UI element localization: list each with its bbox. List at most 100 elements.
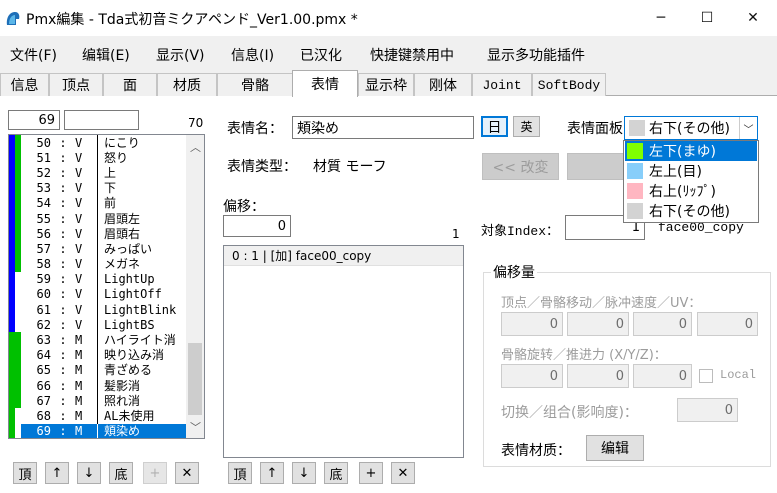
morph-list-item[interactable]: 57: V みっぱい	[9, 241, 204, 257]
scroll-thumb[interactable]	[188, 343, 202, 415]
row-divider	[97, 378, 98, 394]
morph-list-item[interactable]: 68: M AL未使用	[9, 408, 204, 424]
rotation-z-input[interactable]: 0	[633, 364, 692, 388]
row-divider	[97, 210, 98, 227]
panel-option-label: 左下(まゆ)	[649, 144, 716, 160]
offset-bottom-button[interactable]: 底	[324, 462, 348, 484]
lang-en-button[interactable]: 英	[513, 116, 540, 137]
list-add-button[interactable]: +	[143, 462, 167, 484]
morph-list-item[interactable]: 62: V LightBS	[9, 317, 204, 333]
tab-vertex[interactable]: 顶点	[49, 73, 103, 96]
tab-face[interactable]: 面	[103, 73, 157, 96]
chevron-down-icon[interactable]: ﹀	[739, 117, 757, 139]
menu-edit[interactable]: 编辑(E)	[82, 45, 130, 65]
panel-option[interactable]: 右上(ﾘｯﾌﾟ)	[625, 181, 757, 201]
offset-add-button[interactable]: +	[359, 462, 383, 484]
rotation-y-input[interactable]: 0	[567, 364, 629, 388]
menu-localized[interactable]: 已汉化	[300, 45, 342, 65]
morph-list-item[interactable]: 54: V 前	[9, 195, 204, 211]
edit-material-button[interactable]: 编辑	[586, 435, 644, 461]
morph-name: AL未使用	[104, 408, 155, 423]
morph-list[interactable]: 50: V にこり 51: V 怒り 52: V 上 53: V 下 54: V 前 55: V 眉頭左 56: V 眉…	[8, 134, 205, 439]
menu-shortcut-disabled[interactable]: 快捷键禁用中	[370, 45, 454, 65]
menu-plugins[interactable]: 显示多功能插件	[487, 45, 585, 65]
minimize-button[interactable]: ─	[638, 0, 684, 36]
morph-list-item[interactable]: 67: M 照れ消	[9, 393, 204, 409]
tab-info[interactable]: 信息	[0, 73, 49, 96]
tab-display-frame[interactable]: 显示枠	[358, 73, 414, 96]
offset-index-input[interactable]: 0	[223, 215, 291, 237]
local-checkbox[interactable]	[699, 369, 713, 383]
vertex-w-input[interactable]: 0	[697, 312, 758, 336]
tab-morph[interactable]: 表情	[292, 70, 358, 97]
vertex-offset-label: 顶点／骨骼移动／脉冲速度／UV：	[501, 296, 702, 311]
offset-list-item[interactable]: 0 : 1 | [加] face00_copy	[224, 246, 463, 266]
scroll-down-icon[interactable]: ﹀	[190, 419, 201, 435]
offset-delete-button[interactable]: ✕	[391, 462, 415, 484]
vertex-y-input[interactable]: 0	[567, 312, 629, 336]
morph-name-input[interactable]: 頬染め	[292, 116, 474, 139]
list-up-button[interactable]: ↑	[45, 462, 69, 484]
tab-material[interactable]: 材质	[157, 73, 217, 96]
tab-rigid-body[interactable]: 刚体	[414, 73, 472, 96]
panel-option[interactable]: 左上(目)	[625, 161, 757, 181]
morph-list-item[interactable]: 55: V 眉頭左	[9, 210, 204, 227]
panel-swatch	[15, 286, 21, 303]
morph-list-item[interactable]: 60: V LightOff	[9, 286, 204, 303]
row-separator: :	[59, 211, 67, 226]
row-divider	[97, 271, 98, 287]
morph-list-item[interactable]: 50: V にこり	[9, 135, 204, 151]
morph-list-item[interactable]: 66: M 髪影消	[9, 378, 204, 394]
morph-category: V	[75, 317, 83, 332]
offset-down-button[interactable]: ↓	[292, 462, 316, 484]
panel-option[interactable]: 右下(その他)	[625, 201, 757, 221]
morph-category: M	[75, 424, 83, 439]
secondary-button[interactable]	[567, 153, 625, 180]
tab-bone[interactable]: 骨骼	[217, 73, 293, 96]
menu-file[interactable]: 文件(F)	[10, 45, 57, 65]
morph-category: V	[75, 226, 83, 241]
morph-list-scrollbar[interactable]: ︿ ﹀	[186, 135, 204, 438]
maximize-button[interactable]: ☐	[684, 0, 730, 36]
list-bottom-button[interactable]: 底	[109, 462, 133, 484]
morph-list-item[interactable]: 56: V 眉頭右	[9, 226, 204, 242]
vertex-z-input[interactable]: 0	[633, 312, 692, 336]
morph-list-item[interactable]: 52: V 上	[9, 165, 204, 181]
morph-list-item[interactable]: 61: V LightBlink	[9, 302, 204, 318]
panel-select[interactable]: 右下(その他) ﹀	[624, 116, 758, 140]
tab-joint[interactable]: Joint	[472, 73, 532, 96]
change-button[interactable]: << 改変	[482, 153, 559, 180]
morph-category: M	[75, 393, 83, 408]
morph-index-input[interactable]: 69	[8, 110, 60, 130]
scroll-up-icon[interactable]: ︿	[190, 139, 201, 155]
switch-weight-input[interactable]: 0	[677, 398, 738, 422]
morph-list-item[interactable]: 53: V 下	[9, 180, 204, 196]
vertex-x-input[interactable]: 0	[501, 312, 563, 336]
row-divider	[97, 195, 98, 211]
morph-list-item[interactable]: 64: M 映り込み消	[9, 347, 204, 363]
offset-list[interactable]	[223, 245, 464, 458]
list-delete-button[interactable]: ✕	[175, 462, 199, 484]
morph-number: 64	[36, 348, 51, 363]
morph-list-item[interactable]: 51: V 怒り	[9, 150, 204, 166]
close-button[interactable]: ✕	[730, 0, 776, 36]
morph-list-item[interactable]: 69: M 頬染め	[9, 423, 204, 439]
offset-top-button[interactable]: 頂	[228, 462, 252, 484]
offset-up-button[interactable]: ↑	[260, 462, 284, 484]
morph-list-item[interactable]: 58: V メガネ	[9, 256, 204, 272]
rotation-x-input[interactable]: 0	[501, 364, 563, 388]
menu-info[interactable]: 信息(I)	[231, 45, 274, 65]
list-top-button[interactable]: 頂	[13, 462, 37, 484]
morph-name: 下	[104, 181, 117, 196]
tab-softbody[interactable]: SoftBody	[532, 73, 606, 96]
morph-list-item[interactable]: 63: M ハイライト消	[9, 332, 204, 348]
morph-list-item[interactable]: 59: V LightUp	[9, 271, 204, 287]
panel-dropdown-list[interactable]: 左下(まゆ) 左上(目) 右上(ﾘｯﾌﾟ) 右下(その他)	[623, 140, 759, 223]
panel-option[interactable]: 左下(まゆ)	[625, 141, 757, 161]
morph-search-input[interactable]	[64, 110, 139, 130]
menu-view[interactable]: 显示(V)	[156, 45, 205, 65]
lang-jp-button[interactable]: 日	[481, 116, 508, 137]
panel-swatch	[15, 256, 21, 272]
list-down-button[interactable]: ↓	[77, 462, 101, 484]
morph-list-item[interactable]: 65: M 青ざめる	[9, 362, 204, 378]
